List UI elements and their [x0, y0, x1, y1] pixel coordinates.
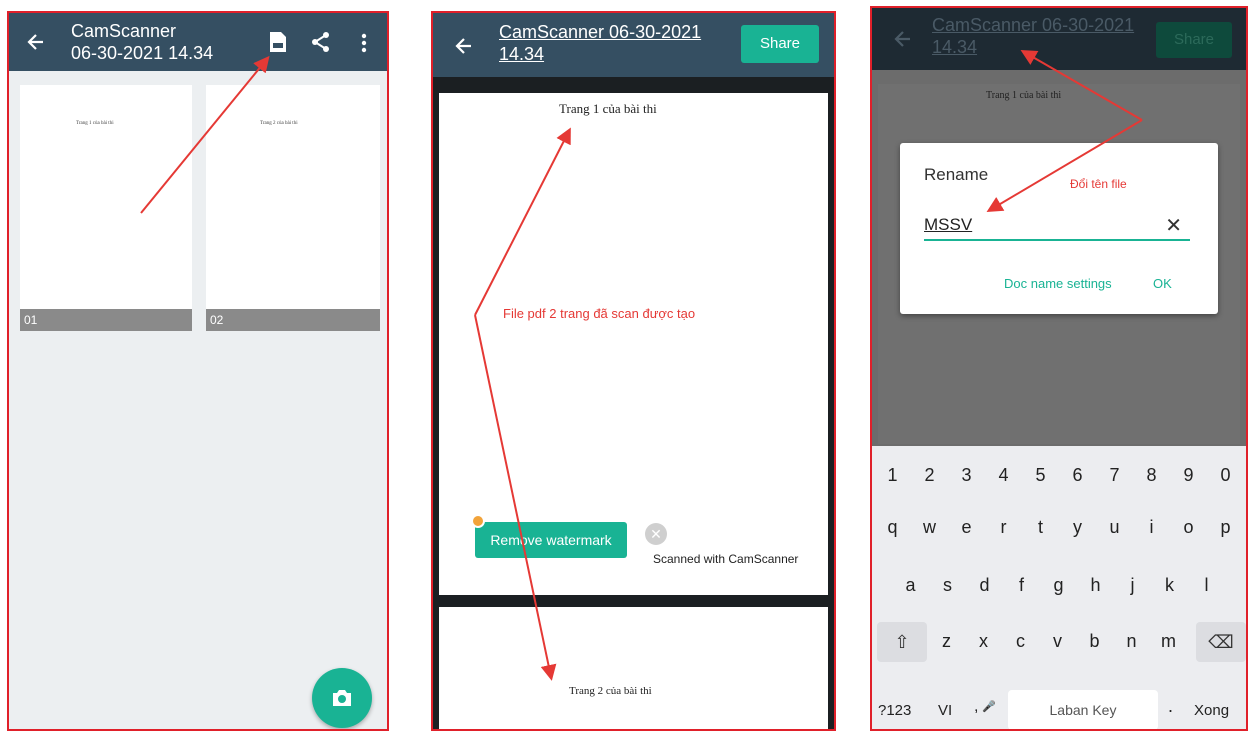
rename-input[interactable]: MSSV ✕ — [924, 211, 1190, 241]
page-thumbnail-01[interactable]: Trang 1 của bài thi 01 — [20, 85, 192, 331]
key-k[interactable]: k — [1153, 566, 1186, 604]
key-x[interactable]: x — [967, 622, 1000, 660]
period-key[interactable]: . — [1168, 696, 1173, 717]
pdf-preview-screen: CamScanner 06-30-2021 14.34 Share Trang … — [431, 11, 836, 731]
annotation-text: File pdf 2 trang đã scan được tạo — [503, 306, 696, 321]
key-2[interactable]: 2 — [913, 456, 946, 494]
more-vert-icon[interactable] — [361, 33, 367, 53]
thumb-page-text: Trang 2 của bài thi — [260, 121, 298, 126]
share-icon[interactable] — [311, 31, 331, 53]
key-7[interactable]: 7 — [1098, 456, 1131, 494]
key-e[interactable]: e — [950, 508, 983, 546]
page-thumbnail-02[interactable]: Trang 2 của bài thi 02 — [206, 85, 380, 331]
key-5[interactable]: 5 — [1024, 456, 1057, 494]
key-u[interactable]: u — [1098, 508, 1131, 546]
doc-name-settings-button[interactable]: Doc name settings — [1004, 276, 1112, 291]
remove-watermark-label: Remove watermark — [490, 532, 612, 548]
thumb-label: 01 — [20, 309, 192, 331]
rename-dialog: Rename Đổi tên file MSSV ✕ Doc name sett… — [900, 143, 1218, 314]
key-d[interactable]: d — [968, 566, 1001, 604]
key-t[interactable]: t — [1024, 508, 1057, 546]
key-6[interactable]: 6 — [1061, 456, 1094, 494]
annotation-text: Đổi tên file — [1070, 177, 1127, 191]
thumb-page-text: Trang 1 của bài thi — [76, 121, 114, 126]
doc-title-link: CamScanner 06-30-2021 14.34 — [932, 15, 1135, 57]
remove-watermark-button[interactable]: Remove watermark — [475, 522, 627, 558]
key-f[interactable]: f — [1005, 566, 1038, 604]
key-z[interactable]: z — [930, 622, 963, 660]
pdf-icon[interactable] — [269, 31, 287, 53]
key-r[interactable]: r — [987, 508, 1020, 546]
pdf-page-2: Trang 2 của bài thi — [439, 607, 828, 729]
back-arrow-icon[interactable] — [453, 35, 475, 57]
backspace-key[interactable]: ⌫ — [1196, 622, 1246, 662]
page-text: Trang 1 của bài thi — [559, 101, 657, 116]
pdf-page-1: Trang 1 của bài thi File pdf 2 trang đã … — [439, 93, 828, 595]
camera-icon — [331, 689, 353, 712]
dialog-title: Rename — [924, 165, 989, 184]
key-j[interactable]: j — [1116, 566, 1149, 604]
key-b[interactable]: b — [1078, 622, 1111, 660]
crown-badge-icon — [471, 514, 485, 528]
key-8[interactable]: 8 — [1135, 456, 1168, 494]
enter-key[interactable]: Xong — [1194, 702, 1229, 719]
ok-button[interactable]: OK — [1153, 276, 1172, 291]
rename-screen: CamScanner 06-30-2021 14.34 Share Trang … — [870, 6, 1248, 731]
back-arrow-icon[interactable] — [25, 31, 47, 53]
space-key[interactable]: Laban Key — [1008, 690, 1158, 729]
symbols-key[interactable]: ?123 — [878, 702, 920, 719]
page-text: Trang 1 của bài thi — [986, 90, 1062, 101]
key-h[interactable]: h — [1079, 566, 1112, 604]
share-button[interactable]: Share — [741, 25, 819, 63]
key-i[interactable]: i — [1135, 508, 1168, 546]
doc-title-link[interactable]: CamScanner 06-30-2021 14.34 — [499, 21, 739, 65]
key-4[interactable]: 4 — [987, 456, 1020, 494]
clear-icon[interactable]: ✕ — [1165, 213, 1182, 238]
document-pages-screen: CamScanner 06-30-2021 14.34 Trang 1 của … — [7, 11, 389, 731]
shift-key[interactable]: ⇧ — [877, 622, 927, 662]
page-text: Trang 2 của bài thi — [569, 685, 652, 697]
doc-title-line1: CamScanner — [71, 21, 177, 41]
key-p[interactable]: p — [1209, 508, 1242, 546]
key-g[interactable]: g — [1042, 566, 1075, 604]
share-button: Share — [1156, 22, 1232, 58]
scanned-with-text: Scanned with CamScanner — [653, 552, 799, 566]
key-s[interactable]: s — [931, 566, 964, 604]
key-c[interactable]: c — [1004, 622, 1037, 660]
key-n[interactable]: n — [1115, 622, 1148, 660]
app-bar: CamScanner 06-30-2021 14.34 — [9, 13, 387, 71]
key-l[interactable]: l — [1190, 566, 1223, 604]
key-v[interactable]: v — [1041, 622, 1074, 660]
key-y[interactable]: y — [1061, 508, 1094, 546]
app-bar: CamScanner 06-30-2021 14.34 Share — [433, 13, 834, 77]
key-o[interactable]: o — [1172, 508, 1205, 546]
space-key-label: Laban Key — [1049, 702, 1117, 718]
app-bar-dimmed: CamScanner 06-30-2021 14.34 Share — [872, 8, 1246, 70]
rename-input-value: MSSV — [924, 215, 973, 234]
key-9[interactable]: 9 — [1172, 456, 1205, 494]
keyboard: 1234567890 qwertyuiop asdfghjkl zxcvbnm … — [872, 446, 1246, 729]
comma-key[interactable]: , — [974, 698, 978, 716]
language-key[interactable]: VI — [938, 702, 952, 719]
mic-icon[interactable]: 🎤 — [982, 700, 996, 713]
key-1[interactable]: 1 — [876, 456, 909, 494]
close-watermark-icon[interactable]: ✕ — [645, 523, 667, 545]
key-m[interactable]: m — [1152, 622, 1185, 660]
key-w[interactable]: w — [913, 508, 946, 546]
key-3[interactable]: 3 — [950, 456, 983, 494]
doc-title-line2: 06-30-2021 14.34 — [71, 43, 214, 63]
thumb-label: 02 — [206, 309, 380, 331]
camera-fab[interactable] — [312, 668, 372, 728]
key-q[interactable]: q — [876, 508, 909, 546]
back-arrow-icon — [892, 28, 914, 50]
key-a[interactable]: a — [894, 566, 927, 604]
key-0[interactable]: 0 — [1209, 456, 1242, 494]
